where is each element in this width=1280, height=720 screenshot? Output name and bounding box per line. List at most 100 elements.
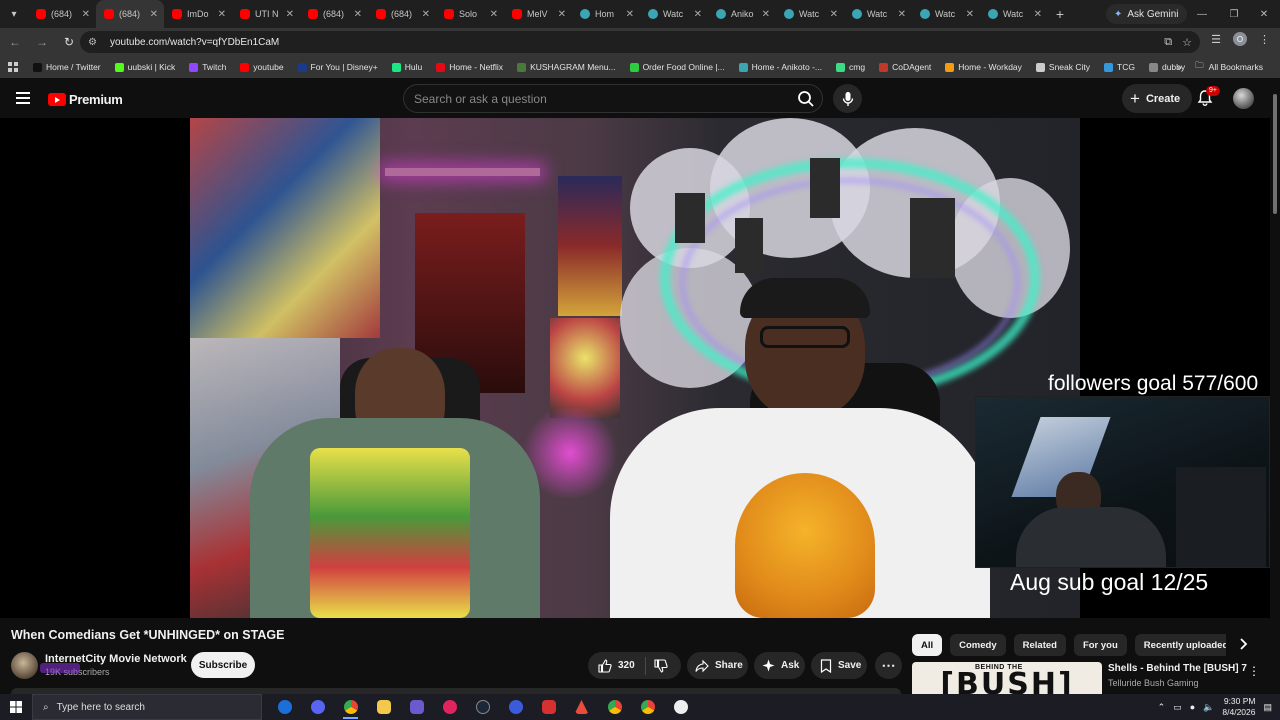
tab-close-icon[interactable]: ✕ <box>1034 9 1042 20</box>
bookmark-item[interactable]: Sneak City <box>1029 56 1097 78</box>
reading-list-icon[interactable]: ☰ <box>1211 33 1221 46</box>
recommendation-thumbnail[interactable]: BEHIND THE [BUSH] <box>912 662 1102 694</box>
steam-icon[interactable] <box>466 694 499 720</box>
reload-icon[interactable]: ↻ <box>57 30 81 54</box>
browser-tab[interactable]: Aniko ✕ <box>708 0 776 28</box>
file-explorer-icon[interactable] <box>367 694 400 720</box>
filter-chip[interactable]: For you <box>1073 634 1127 656</box>
browser-tab[interactable]: (684) ✕ <box>300 0 368 28</box>
recommendation-channel[interactable]: Telluride Bush Gaming <box>1108 678 1199 688</box>
account-avatar[interactable] <box>1233 88 1254 109</box>
tab-close-icon[interactable]: ✕ <box>898 9 906 20</box>
filter-chip[interactable]: Recently uploaded <box>1134 634 1226 656</box>
bookmark-item[interactable]: Hulu <box>385 56 429 78</box>
thumbs-down-icon[interactable] <box>654 658 668 673</box>
all-bookmarks-button[interactable]: 🗀 All Bookmarks <box>1188 56 1270 78</box>
restore-icon[interactable]: ❐ <box>1218 0 1250 28</box>
tab-close-icon[interactable]: ✕ <box>694 9 702 20</box>
tab-close-icon[interactable]: ✕ <box>354 9 362 20</box>
tab-close-icon[interactable]: ✕ <box>150 9 158 20</box>
microphone-tray-icon[interactable]: ● <box>1190 702 1195 712</box>
page-scrollbar[interactable] <box>1270 84 1280 694</box>
browser-tab[interactable]: Solo ✕ <box>436 0 504 28</box>
new-tab-button[interactable]: + <box>1048 6 1072 22</box>
tab-close-icon[interactable]: ✕ <box>762 9 770 20</box>
bookmark-item[interactable]: youtube <box>233 56 290 78</box>
close-window-icon[interactable]: ✕ <box>1248 0 1280 28</box>
tab-close-icon[interactable]: ✕ <box>558 9 566 20</box>
minimize-icon[interactable]: — <box>1186 0 1218 28</box>
browser-tab[interactable]: Watc ✕ <box>912 0 980 28</box>
hamburger-menu-icon[interactable] <box>16 92 30 104</box>
youtube-logo[interactable]: Premium <box>48 92 123 107</box>
like-button[interactable]: 320 <box>588 658 635 673</box>
bookmark-item[interactable]: cmg <box>829 56 872 78</box>
profile-avatar[interactable]: O <box>1233 32 1247 46</box>
back-icon[interactable]: ← <box>3 30 27 54</box>
app-icon-blue[interactable] <box>499 694 532 720</box>
bookmark-item[interactable]: Order Food Online |... <box>623 56 732 78</box>
filter-chip[interactable]: Comedy <box>950 634 1006 656</box>
channel-avatar[interactable] <box>11 652 38 679</box>
filter-chip[interactable]: All <box>912 634 943 656</box>
bookmarks-overflow-icon[interactable]: » <box>1170 56 1189 78</box>
more-actions-icon[interactable]: ⋯ <box>875 652 902 679</box>
bookmark-item[interactable]: For You | Disney+ <box>291 56 385 78</box>
url-text[interactable]: youtube.com/watch?v=qfYDbEn1CaM <box>110 37 279 48</box>
forward-icon[interactable]: → <box>30 30 54 54</box>
save-button[interactable]: Save <box>811 652 867 679</box>
browser-tab[interactable]: (684) ✕ <box>28 0 96 28</box>
create-button[interactable]: + Create <box>1122 84 1193 113</box>
discord-icon[interactable] <box>301 694 334 720</box>
bookmark-item[interactable]: Twitch <box>182 56 233 78</box>
browser-tab[interactable]: Watc ✕ <box>640 0 708 28</box>
browser-tab[interactable]: UTI N ✕ <box>232 0 300 28</box>
browser-tab[interactable]: MelV ✕ <box>504 0 572 28</box>
subscribe-button[interactable]: Subscribe <box>191 652 255 678</box>
clock-app-icon[interactable] <box>664 694 697 720</box>
taskbar-clock[interactable]: 9:30 PM 8/4/2026 <box>1222 696 1255 718</box>
browser-menu-icon[interactable]: ⋮ <box>1259 33 1270 46</box>
share-button[interactable]: Share <box>687 652 748 679</box>
ask-gemini-button[interactable]: ✦ Ask Gemini <box>1106 4 1187 24</box>
tab-close-icon[interactable]: ✕ <box>966 9 974 20</box>
network-icon[interactable]: ▭ <box>1173 702 1182 713</box>
tab-close-icon[interactable]: ✕ <box>490 9 498 20</box>
bookmark-item[interactable]: uubski | Kick <box>108 56 183 78</box>
site-info-icon[interactable]: ⚙ <box>88 37 100 48</box>
chrome-icon[interactable] <box>334 694 367 720</box>
ask-button[interactable]: Ask <box>754 652 805 679</box>
chips-next-chevron-icon[interactable] <box>1236 637 1252 653</box>
bookmark-item[interactable]: Home / Twitter <box>26 56 108 78</box>
recommendation-title[interactable]: Shells - Behind The [BUSH] 7 <box>1108 663 1247 674</box>
address-bar[interactable]: ⚙ youtube.com/watch?v=qfYDbEn1CaM ⧉ ☆ <box>80 31 1200 53</box>
tab-close-icon[interactable]: ✕ <box>626 9 634 20</box>
browser-tab[interactable]: (684) ✕ <box>96 0 164 28</box>
tab-search-chevron-icon[interactable]: ▾ <box>0 0 28 28</box>
tab-close-icon[interactable]: ✕ <box>82 9 90 20</box>
browser-tab[interactable]: Watc ✕ <box>844 0 912 28</box>
bookmark-item[interactable]: TCG <box>1097 56 1142 78</box>
bookmark-item[interactable]: Home - Workday <box>938 56 1029 78</box>
tray-chevron-icon[interactable]: ⌃ <box>1158 702 1166 713</box>
app-icon-valorant[interactable] <box>565 694 598 720</box>
browser-tab[interactable]: Hom ✕ <box>572 0 640 28</box>
video-player[interactable]: followers goal 577/600 Aug sub goal 12/2… <box>0 118 1270 618</box>
volume-icon[interactable]: 🔈 <box>1203 702 1214 713</box>
browser-tab[interactable]: ImDo ✕ <box>164 0 232 28</box>
browser-tab[interactable]: Watc ✕ <box>980 0 1048 28</box>
bookmark-item[interactable]: Home - Netflix <box>429 56 510 78</box>
chrome-profile-2-icon[interactable] <box>631 694 664 720</box>
app-icon-red[interactable] <box>532 694 565 720</box>
media-player-icon[interactable] <box>433 694 466 720</box>
chrome-profile-icon[interactable] <box>598 694 631 720</box>
apps-grid-icon[interactable] <box>0 56 26 78</box>
notification-center-icon[interactable]: ▤ <box>1263 702 1272 713</box>
tab-close-icon[interactable]: ✕ <box>286 9 294 20</box>
voice-search-button[interactable] <box>833 84 862 113</box>
windows-start-icon[interactable] <box>0 701 32 713</box>
taskbar-search-input[interactable]: ⌕ Type here to search <box>32 694 262 720</box>
gamepad-icon[interactable] <box>400 694 433 720</box>
task-view-icon[interactable] <box>268 694 301 720</box>
tab-close-icon[interactable]: ✕ <box>422 9 430 20</box>
